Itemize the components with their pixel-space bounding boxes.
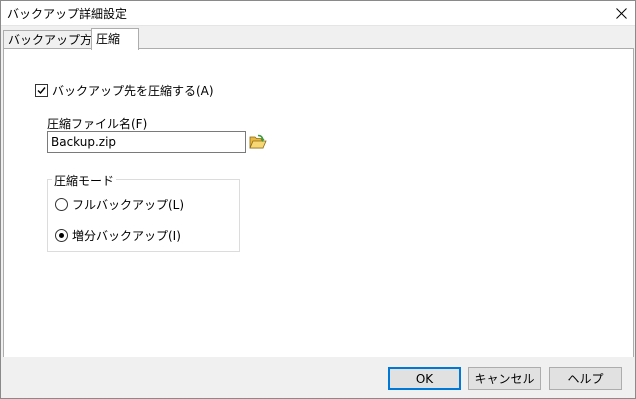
filename-label-row: 圧縮ファイル名(F): [47, 115, 147, 132]
ok-button[interactable]: OK: [388, 367, 461, 390]
full-backup-radio-row[interactable]: フルバックアップ(L): [55, 196, 184, 213]
cancel-button-label: キャンセル: [474, 372, 535, 386]
compress-mode-group: 圧縮モード フルバックアップ(L) 増分バックアップ(I): [47, 172, 240, 252]
compress-mode-title: 圧縮モード: [52, 172, 117, 189]
tab-label: 圧縮: [96, 32, 121, 46]
help-button-label: ヘルプ: [567, 372, 604, 386]
tab-backup-method[interactable]: バックアップ方法: [3, 30, 104, 49]
window-title: バックアップ詳細設定: [7, 7, 128, 21]
close-icon: [615, 7, 627, 19]
incremental-backup-radio[interactable]: [55, 229, 68, 242]
browse-button[interactable]: [247, 131, 269, 153]
compress-checkbox-label: バックアップ先を圧縮する(A): [52, 84, 214, 98]
filename-field[interactable]: Backup.zip: [47, 131, 246, 153]
title-bar[interactable]: バックアップ詳細設定: [1, 1, 635, 26]
close-button[interactable]: [607, 1, 635, 25]
button-bar: OK キャンセル ヘルプ: [1, 357, 635, 398]
folder-open-icon: [249, 134, 267, 149]
tab-compress[interactable]: 圧縮: [91, 28, 139, 50]
dialog-window: バックアップ詳細設定 バックアップ方法 圧縮 バックアップ先を圧縮する(A) 圧…: [0, 0, 636, 399]
help-button[interactable]: ヘルプ: [549, 367, 622, 390]
full-backup-radio[interactable]: [55, 198, 68, 211]
full-backup-label: フルバックアップ(L): [72, 198, 185, 212]
compress-checkbox-row[interactable]: バックアップ先を圧縮する(A): [35, 82, 214, 99]
compress-checkbox[interactable]: [35, 84, 48, 97]
tab-label: バックアップ方法: [8, 33, 105, 47]
radio-selected-dot: [59, 233, 64, 238]
filename-label: 圧縮ファイル名(F): [47, 117, 148, 131]
ok-button-label: OK: [415, 371, 434, 386]
incremental-backup-radio-row[interactable]: 増分バックアップ(I): [55, 227, 181, 244]
incremental-backup-label: 増分バックアップ(I): [72, 229, 181, 243]
cancel-button[interactable]: キャンセル: [468, 367, 541, 390]
compress-tab-panel: バックアップ先を圧縮する(A) 圧縮ファイル名(F) Backup.zip 圧縮…: [3, 48, 634, 359]
checkmark-icon: [37, 87, 46, 95]
